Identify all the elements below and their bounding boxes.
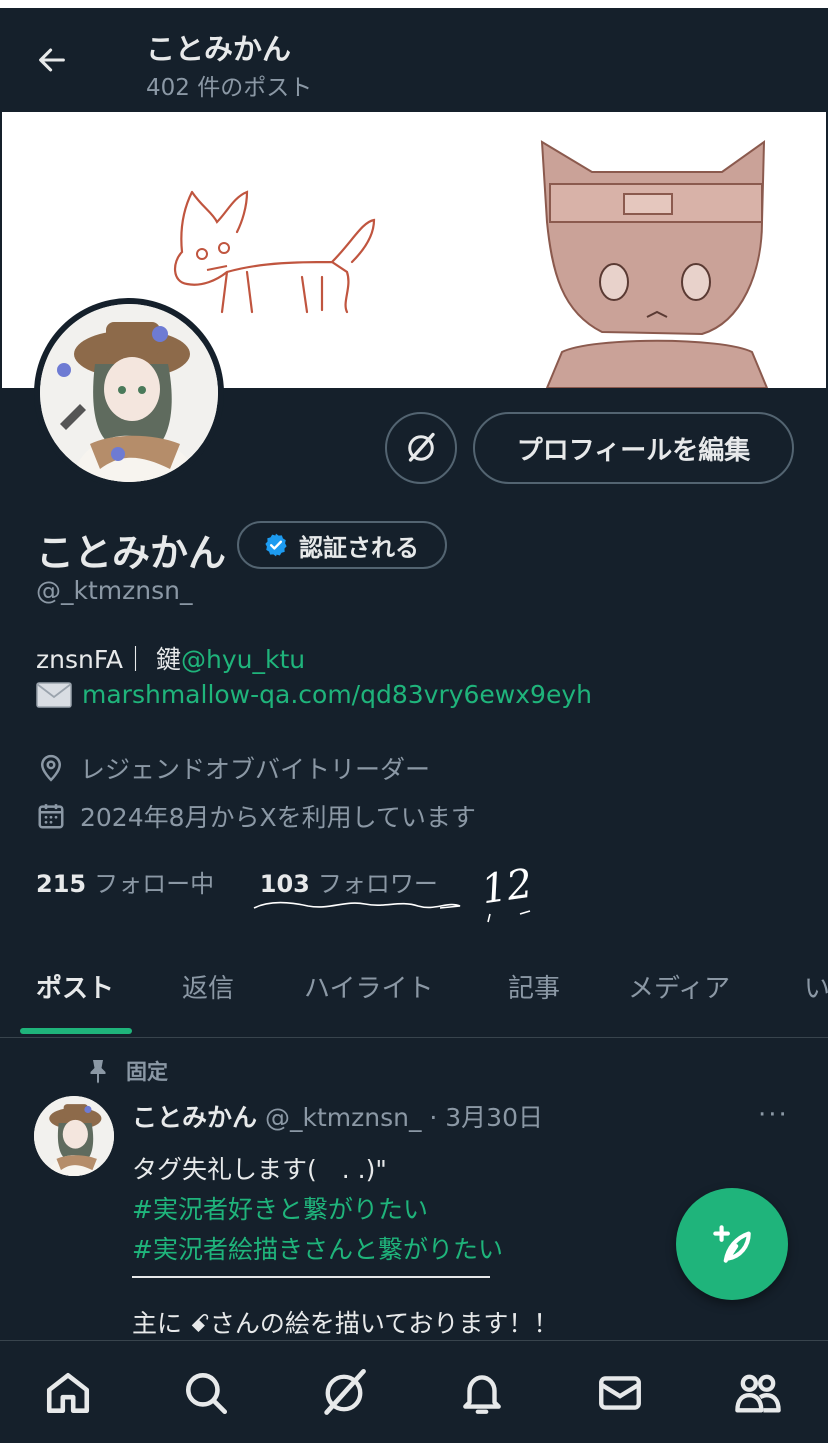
get-verified-label: 認証される (299, 533, 419, 562)
mail-icon (599, 1376, 641, 1410)
search-icon (186, 1373, 228, 1415)
following-link[interactable]: 215 フォロー中 (36, 870, 214, 898)
bottom-navigation (0, 1340, 828, 1443)
grok-button[interactable] (385, 412, 457, 484)
calendar-icon (38, 804, 64, 829)
post-hashtag-2[interactable]: #実況者絵描きさんと繋がりたい (132, 1230, 503, 1266)
compose-feather-icon (713, 1225, 751, 1263)
post-header: ことみかん @_ktmznsn_ · 3月30日 (132, 1098, 543, 1134)
post-author-name[interactable]: ことみかん (132, 1103, 257, 1132)
handwritten-note: 12 (479, 861, 536, 914)
bio-mention-link[interactable]: @hyu_ktu (181, 645, 305, 674)
bell-icon (463, 1375, 501, 1414)
nav-grok[interactable] (318, 1367, 370, 1419)
pinned-text: 固定 (126, 1060, 168, 1084)
grok-icon (324, 1368, 366, 1415)
post-divider-line (132, 1276, 490, 1278)
profile-avatar[interactable] (34, 298, 224, 488)
tab-posts[interactable]: ポスト (36, 968, 114, 1005)
nav-notifications[interactable] (456, 1367, 508, 1419)
grok-icon (408, 432, 435, 462)
post-handle-date: @_ktmznsn_ · 3月30日 (264, 1103, 543, 1132)
nav-home[interactable] (42, 1367, 94, 1419)
bio-prefix: znsnFA｜ 鍵 (36, 645, 181, 674)
bio-text: znsnFA｜ 鍵@hyu_ktu (36, 640, 305, 676)
tab-articles[interactable]: 記事 (508, 968, 560, 1005)
tab-media[interactable]: メディア (628, 968, 730, 1005)
edit-profile-button[interactable]: プロフィールを編集 (473, 412, 794, 484)
following-label: フォロー中 (94, 870, 215, 898)
post-hashtag-1[interactable]: #実況者好きと繋がりたい (132, 1190, 428, 1226)
tab-highlights[interactable]: ハイライト (304, 968, 433, 1005)
envelope-emoji-icon (36, 681, 72, 708)
joined-row: 2024年8月からXを利用しています (36, 798, 476, 834)
bio-url-link[interactable]: marshmallow-qa.com/qd83vry6ewx9eyh (82, 680, 592, 709)
post-avatar-illustration (34, 1096, 114, 1176)
location-row: レジェンドオブバイトリーダー (36, 750, 430, 786)
post-author-avatar[interactable] (34, 1096, 114, 1176)
pin-icon (90, 1060, 106, 1084)
header-post-count: 402 件のポスト (146, 75, 313, 101)
back-arrow-icon (39, 48, 65, 72)
post-more-button[interactable]: ··· (758, 1100, 789, 1130)
header-title: ことみかん (146, 32, 292, 66)
active-tab-indicator (20, 1028, 132, 1034)
handwritten-annotation: 12 (253, 861, 536, 923)
following-count: 215 (36, 870, 87, 898)
profile-tabs: ポスト 返信 ハイライト 記事 メディア い (0, 958, 828, 1038)
pinned-label-row: 固定 (86, 1056, 168, 1086)
post-text-line-4: 主に ꗃさんの絵を描いております！！ (132, 1309, 559, 1338)
location-text: レジェンドオブバイトリーダー (80, 755, 431, 784)
joined-text: 2024年8月からXを利用しています (80, 803, 476, 832)
profile-name: ことみかん (36, 531, 227, 575)
get-verified-button[interactable]: 認証される (237, 521, 447, 569)
nav-messages[interactable] (594, 1367, 646, 1419)
nav-search[interactable] (180, 1367, 232, 1419)
profile-handle: @_ktmznsn_ (36, 576, 193, 605)
back-button[interactable] (30, 38, 74, 82)
avatar-illustration (40, 304, 218, 482)
tab-replies[interactable]: 返信 (182, 968, 234, 1005)
compose-post-button[interactable] (676, 1188, 788, 1300)
profile-screen: ことみかん 402 件のポスト プロフィールを編集 ことみかん 認証される @_… (0, 8, 828, 1443)
home-icon (46, 1373, 90, 1413)
nav-communities[interactable] (732, 1367, 784, 1419)
location-pin-icon (40, 754, 62, 782)
verified-badge-icon (265, 533, 287, 557)
post-text-line-1: タグ失礼します( . .)" (132, 1155, 387, 1184)
bio-link-row: marshmallow-qa.com/qd83vry6ewx9eyh (36, 680, 592, 709)
top-bar: ことみかん 402 件のポスト (0, 8, 828, 112)
tab-likes[interactable]: い (804, 968, 828, 1005)
communities-icon (735, 1374, 781, 1413)
